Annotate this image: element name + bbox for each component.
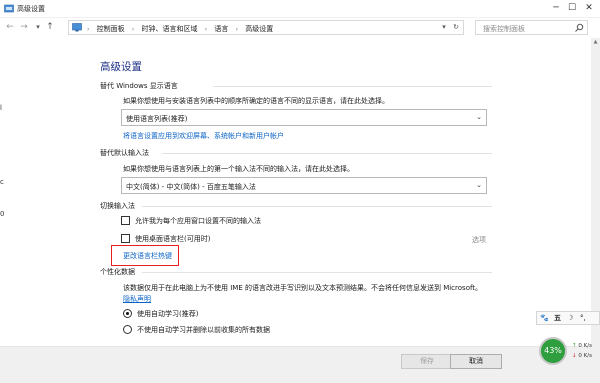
network-usage-gauge: 43% (539, 337, 567, 365)
control-panel-icon (72, 23, 82, 32)
desktop-language-bar-checkbox[interactable] (121, 234, 130, 243)
up-arrow-icon[interactable]: ↑ (44, 21, 56, 33)
minimize-button[interactable]: ─ (548, 1, 564, 15)
breadcrumb-separator-icon: › (204, 26, 208, 33)
display-language-description: 如果你想使用与安装语言列表中的顺序所确定的语言不同的显示语言，请在此处选择。 (123, 97, 389, 105)
breadcrumb: › 控制面板 › 时钟、语言和区域 › 语言 › 高级设置 (87, 24, 273, 34)
no-auto-learning-radio-row[interactable]: 不使用自动学习并删除以前收集的所有数据 (123, 325, 323, 336)
baidu-paw-icon[interactable]: 🐾 (540, 314, 549, 323)
title-bar: 高级设置 ─ ☐ ✕ (0, 0, 600, 18)
no-auto-learning-radio[interactable] (123, 325, 132, 334)
auto-learning-radio-row[interactable]: 使用自动学习(推荐) (123, 309, 273, 320)
chevron-down-icon: ⌄ (476, 113, 482, 121)
search-box[interactable]: 搜索控制面板 (475, 20, 588, 35)
upload-speed: ↑ 0 K/s (572, 343, 592, 349)
auto-learning-radio[interactable] (123, 309, 132, 318)
maximize-button[interactable]: ☐ (564, 1, 580, 15)
wubi-mode-toggle[interactable]: 五 (554, 314, 561, 323)
chevron-down-icon: ⌄ (476, 181, 482, 189)
default-input-dropdown[interactable]: 中文(简体) - 中文(简体) - 百度五笔输入法 ⌄ (121, 177, 487, 194)
search-icon[interactable] (574, 23, 584, 33)
personalization-description: 该数据仅用于在此电脑上为不使用 IME 的语言改进手写识别以及文本预测结果。不会… (123, 284, 483, 292)
desktop-language-bar-label: 使用桌面语言栏(可用时) (135, 235, 211, 243)
section-divider (142, 206, 492, 207)
per-app-input-label: 允许我为每个应用窗口设置不同的输入法 (135, 217, 261, 225)
section-divider (162, 153, 492, 154)
search-placeholder: 搜索控制面板 (483, 25, 525, 33)
desktop-language-bar-checkbox-row[interactable]: 使用桌面语言栏(可用时) (121, 233, 321, 245)
auto-learning-label: 使用自动学习(推荐) (137, 310, 199, 318)
network-speed-widget[interactable]: 43% ↑ 0 K/s ↓ 0 K/s (536, 334, 600, 368)
save-button[interactable]: 保存 (401, 354, 453, 369)
display-language-dropdown[interactable]: 使用语言列表(推荐) ⌄ (121, 109, 487, 126)
back-arrow-icon[interactable]: ← (4, 21, 16, 33)
navigation-bar: ← → ▾ ↑ › 控制面板 › 时钟、语言和区域 › 语言 › 高级设置 ▾ … (0, 18, 600, 37)
highlight-annotation (111, 245, 179, 266)
scroll-up-arrow-icon[interactable]: ▲ (591, 38, 600, 47)
control-panel-icon (4, 4, 14, 13)
vertical-scrollbar[interactable]: ▲ (591, 38, 600, 383)
forward-arrow-icon[interactable]: → (18, 21, 30, 33)
breadcrumb-separator-icon: › (235, 26, 239, 33)
download-speed: ↓ 0 K/s (572, 353, 592, 359)
address-bar[interactable]: › 控制面板 › 时钟、语言和区域 › 语言 › 高级设置 ▾ ↻ (68, 20, 464, 35)
cancel-button[interactable]: 取消 (450, 354, 502, 369)
apply-language-settings-link[interactable]: 将语言设置应用到欢迎屏幕、系统帐户和新用户帐户 (123, 131, 284, 141)
language-bar-options-link[interactable]: 选项 (472, 235, 486, 245)
breadcrumb-item[interactable]: 时钟、语言和区域 (142, 25, 198, 33)
truncated-text: 0 (0, 210, 5, 218)
recent-pages-chevron-icon[interactable]: ▾ (32, 21, 44, 33)
per-app-input-checkbox[interactable] (121, 216, 130, 225)
close-button[interactable]: ✕ (581, 1, 597, 15)
section-divider (142, 272, 492, 273)
section-heading-default-input: 替代默认输入法 (100, 149, 149, 157)
section-heading-switch-input: 切换输入法 (100, 202, 135, 210)
half-width-moon-icon[interactable]: ☽ (567, 314, 573, 323)
section-heading-personalization: 个性化数据 (100, 268, 135, 276)
address-history-chevron-icon[interactable]: ▾ (439, 22, 449, 33)
per-app-input-checkbox-row[interactable]: 允许我为每个应用窗口设置不同的输入法 (121, 215, 321, 227)
window-title: 高级设置 (17, 5, 45, 13)
breadcrumb-item[interactable]: 语言 (214, 25, 228, 33)
breadcrumb-item[interactable]: 控制面板 (97, 25, 125, 33)
default-input-description: 如果你想使用与语言列表上的第一个输入法不同的输入法，请在此处选择。 (123, 165, 354, 173)
section-heading-display-language: 替代 Windows 显示语言 (100, 82, 178, 90)
refresh-icon[interactable]: ↻ (451, 22, 461, 33)
no-auto-learning-label: 不使用自动学习并删除以前收集的所有数据 (137, 326, 270, 334)
ime-toolbar[interactable]: 🐾 五 ☽ °, (536, 311, 600, 325)
punctuation-toggle[interactable]: °, (580, 314, 586, 323)
section-divider (213, 86, 492, 87)
breadcrumb-separator-icon: › (87, 26, 90, 33)
privacy-statement-link[interactable]: 隐私声明 (123, 294, 151, 304)
page-title: 高级设置 (100, 61, 142, 73)
breadcrumb-separator-icon: › (131, 26, 135, 33)
breadcrumb-item[interactable]: 高级设置 (245, 25, 273, 33)
dialog-footer: 保存 取消 (0, 346, 591, 383)
truncated-text: c (0, 178, 4, 186)
dropdown-value: 中文(简体) - 中文(简体) - 百度五笔输入法 (126, 183, 256, 191)
truncated-text: l (0, 104, 2, 112)
dropdown-value: 使用语言列表(推荐) (126, 115, 188, 123)
